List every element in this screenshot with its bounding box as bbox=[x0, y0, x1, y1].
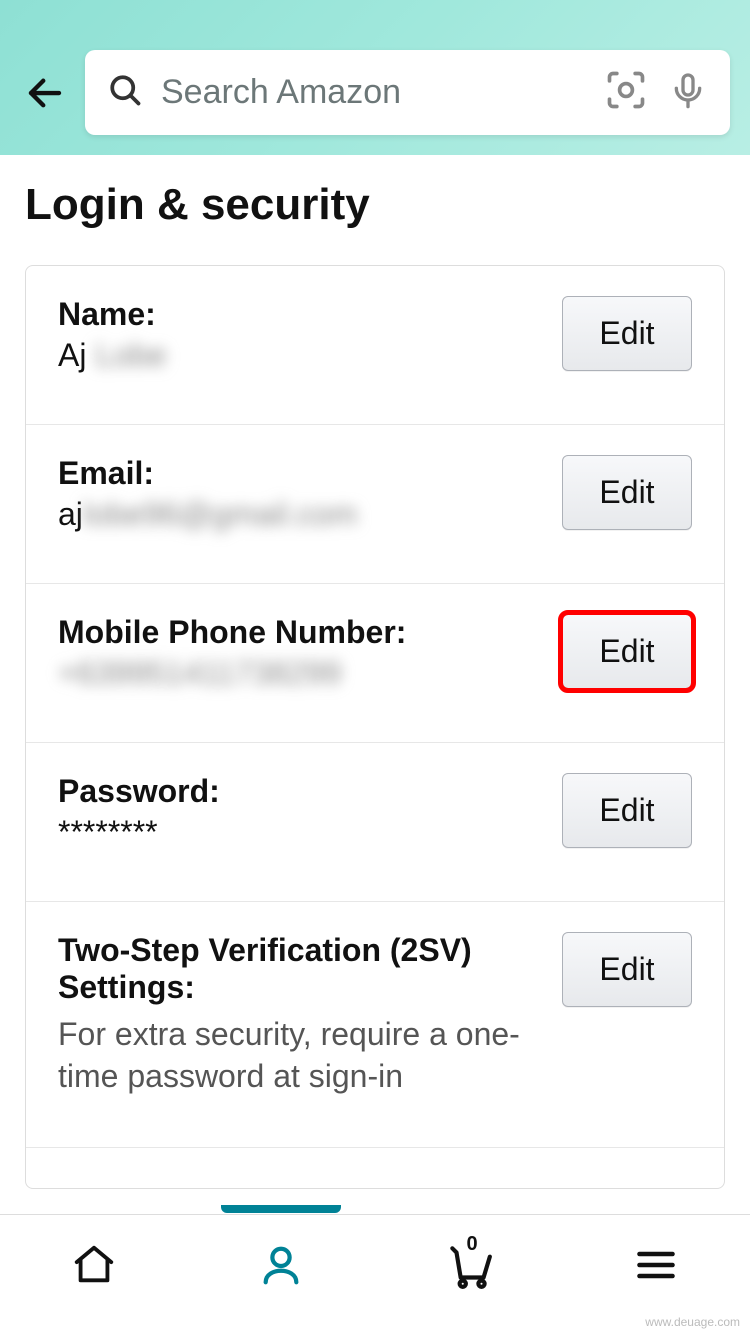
page-content: Login & security Name: Aj Lobe Edit Emai… bbox=[0, 155, 750, 1214]
microphone-icon[interactable] bbox=[668, 70, 708, 115]
camera-scan-icon[interactable] bbox=[604, 68, 648, 117]
settings-row-password: Password: ******** Edit bbox=[26, 743, 724, 902]
search-bar[interactable]: Search Amazon bbox=[85, 50, 730, 135]
page-title: Login & security bbox=[25, 180, 725, 230]
phone-label: Mobile Phone Number: bbox=[58, 614, 542, 651]
edit-phone-button[interactable]: Edit bbox=[562, 614, 692, 689]
nav-home[interactable] bbox=[64, 1235, 124, 1295]
password-label: Password: bbox=[58, 773, 542, 810]
edit-password-button[interactable]: Edit bbox=[562, 773, 692, 848]
bottom-navigation: 0 bbox=[0, 1214, 750, 1334]
phone-value: +639951411738299 bbox=[58, 655, 542, 692]
edit-email-button[interactable]: Edit bbox=[562, 455, 692, 530]
watermark: www.deuage.com bbox=[645, 1315, 740, 1329]
settings-row-phone: Mobile Phone Number: +639951411738299 Ed… bbox=[26, 584, 724, 743]
home-icon bbox=[71, 1242, 117, 1288]
nav-account[interactable] bbox=[251, 1235, 311, 1295]
user-icon bbox=[258, 1242, 304, 1288]
search-icon bbox=[107, 72, 143, 113]
settings-row-next bbox=[26, 1148, 724, 1188]
settings-list: Name: Aj Lobe Edit Email: ajlobe96@gmail… bbox=[25, 265, 725, 1189]
settings-row-2sv: Two-Step Verification (2SV) Settings: Fo… bbox=[26, 902, 724, 1148]
settings-row-name: Name: Aj Lobe Edit bbox=[26, 266, 724, 425]
twostep-desc: For extra security, require a one-time p… bbox=[58, 1014, 542, 1097]
back-arrow-icon bbox=[24, 72, 66, 114]
name-value: Aj Lobe bbox=[58, 337, 542, 374]
nav-menu[interactable] bbox=[626, 1235, 686, 1295]
settings-row-email: Email: ajlobe96@gmail.com Edit bbox=[26, 425, 724, 584]
hamburger-icon bbox=[634, 1243, 678, 1287]
back-button[interactable] bbox=[20, 68, 70, 118]
password-value: ******** bbox=[58, 814, 542, 851]
twostep-label: Two-Step Verification (2SV) Settings: bbox=[58, 932, 542, 1006]
nav-cart[interactable]: 0 bbox=[439, 1235, 499, 1295]
edit-name-button[interactable]: Edit bbox=[562, 296, 692, 371]
edit-2sv-button[interactable]: Edit bbox=[562, 932, 692, 1007]
cart-count: 0 bbox=[467, 1233, 478, 1256]
app-header: Search Amazon bbox=[0, 0, 750, 155]
search-placeholder: Search Amazon bbox=[161, 73, 584, 112]
email-value: ajlobe96@gmail.com bbox=[58, 496, 542, 533]
name-label: Name: bbox=[58, 296, 542, 333]
email-label: Email: bbox=[58, 455, 542, 492]
